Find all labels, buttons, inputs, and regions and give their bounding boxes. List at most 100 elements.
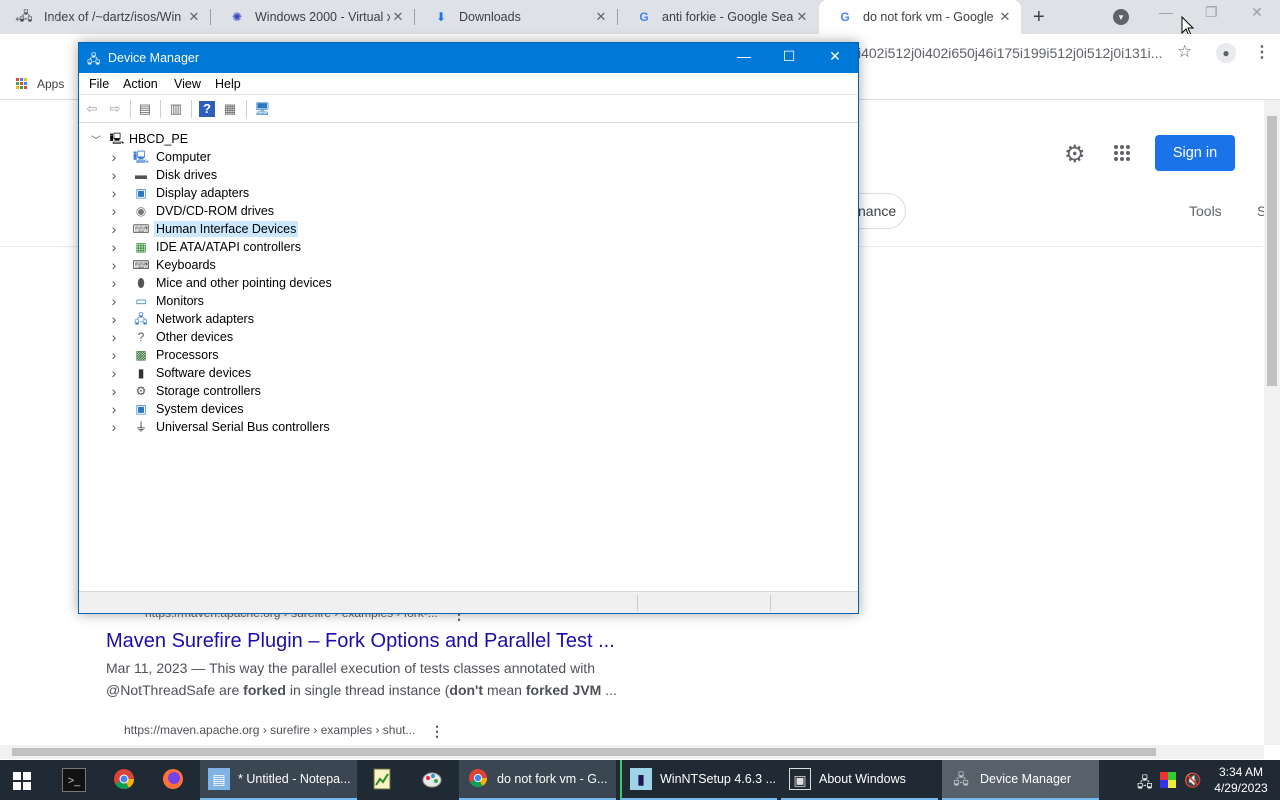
paint-app-icon[interactable]: [420, 768, 444, 792]
chevron-right-icon[interactable]: ›: [108, 239, 120, 255]
browser-tab-index[interactable]: 🖧 Index of /~dartz/isos/Win ✕: [0, 0, 210, 34]
tree-node[interactable]: › ⌨ Human Interface Devices: [108, 220, 299, 238]
browser-tab-anti-forkie[interactable]: G anti forkie - Google Search ✕: [618, 0, 818, 34]
chevron-down-icon[interactable]: ﹀: [90, 132, 102, 147]
scan-hardware-icon[interactable]: 🖥: [254, 101, 271, 117]
apps-bookmark[interactable]: Apps: [37, 77, 64, 91]
software-device-icon: ▮: [137, 366, 145, 380]
address-bar[interactable]: i402i512j0i402i650j46i175i199i512j0i512j…: [858, 45, 1162, 61]
network-adapter-icon: 🖧: [134, 312, 148, 326]
menu-view[interactable]: View: [174, 77, 201, 91]
restore-icon[interactable]: ❐: [1205, 4, 1218, 21]
tab-search-icon[interactable]: ▾: [1113, 9, 1129, 25]
taskbar-winntsetup[interactable]: ▮ WinNTSetup 4.6.3 ...: [620, 760, 777, 800]
tree-node[interactable]: › ◉ DVD/CD-ROM drives: [108, 202, 276, 220]
chevron-right-icon[interactable]: ›: [108, 203, 120, 219]
profile-icon[interactable]: ●: [1216, 43, 1236, 63]
taskbar-device-manager[interactable]: 🖧 Device Manager: [942, 760, 1099, 800]
taskbar-about-windows[interactable]: ▣ About Windows: [781, 760, 938, 800]
close-icon[interactable]: ✕: [390, 9, 406, 25]
menu-file[interactable]: File: [89, 77, 109, 91]
start-button[interactable]: [13, 772, 31, 790]
result-menu-icon[interactable]: ⋮: [430, 723, 444, 740]
close-icon[interactable]: ✕: [825, 48, 845, 65]
tree-node[interactable]: › ▩ Processors: [108, 346, 221, 364]
tree-node[interactable]: › ⬮ Mice and other pointing devices: [108, 274, 334, 292]
maximize-icon[interactable]: ☐: [779, 48, 799, 65]
show-hide-console-tree-icon[interactable]: ▤: [137, 101, 153, 117]
taskbar-chrome[interactable]: do not fork vm - G...: [459, 760, 616, 800]
close-icon[interactable]: ✕: [593, 9, 609, 25]
tree-node[interactable]: › ⏚ Universal Serial Bus controllers: [108, 418, 332, 436]
chevron-right-icon[interactable]: ›: [108, 293, 120, 309]
tree-node[interactable]: › ⌨ Keyboards: [108, 256, 218, 274]
scrollbar-thumb[interactable]: [1267, 116, 1277, 386]
chevron-right-icon[interactable]: ›: [108, 419, 120, 435]
browser-tab-do-not-fork-vm[interactable]: G do not fork vm - Google Search ✕: [819, 0, 1021, 34]
tree-node[interactable]: › ⚙ Storage controllers: [108, 382, 263, 400]
page-horizontal-scrollbar[interactable]: [0, 745, 1264, 759]
chevron-right-icon[interactable]: ›: [108, 365, 120, 381]
tree-root[interactable]: ﹀ 🖳 HBCD_PE: [90, 130, 188, 148]
browser-tab-downloads[interactable]: ⬇ Downloads ✕: [415, 0, 617, 34]
forward-icon[interactable]: ⇨: [107, 101, 123, 117]
help-icon[interactable]: ?: [199, 101, 215, 117]
sign-in-button[interactable]: Sign in: [1155, 135, 1235, 171]
firefox-icon[interactable]: [161, 768, 185, 792]
tree-node[interactable]: › ▦ IDE ATA/ATAPI controllers: [108, 238, 303, 256]
system-clock[interactable]: 3:34 AM 4/29/2023: [1205, 764, 1277, 796]
menu-kebab-icon[interactable]: ⋮: [1254, 42, 1270, 62]
settings-gear-icon[interactable]: ⚙: [1064, 140, 1086, 169]
tree-node[interactable]: › ▣ System devices: [108, 400, 246, 418]
result-title-link[interactable]: Maven Surefire Plugin – Fork Options and…: [106, 630, 615, 653]
minimize-icon[interactable]: —: [734, 48, 754, 64]
color-app-tray-icon[interactable]: [1160, 772, 1176, 791]
chevron-right-icon[interactable]: ›: [108, 329, 120, 345]
tools-button[interactable]: Tools: [1189, 203, 1222, 219]
volume-muted-icon[interactable]: 🔇: [1184, 772, 1201, 789]
chevron-right-icon[interactable]: ›: [108, 149, 120, 165]
chevron-right-icon[interactable]: ›: [108, 401, 120, 417]
google-apps-icon[interactable]: [1114, 145, 1132, 163]
close-icon[interactable]: ✕: [794, 9, 810, 25]
close-icon[interactable]: ✕: [186, 9, 202, 25]
tree-node[interactable]: ›? Other devices: [108, 328, 235, 346]
network-icon[interactable]: 🖧: [1137, 772, 1153, 796]
bookmark-star-icon[interactable]: ☆: [1177, 42, 1192, 62]
forward-icon[interactable]: →: [44, 6, 62, 27]
new-tab-button[interactable]: +: [1033, 6, 1045, 29]
chevron-right-icon[interactable]: ›: [108, 221, 120, 237]
chevron-right-icon[interactable]: ›: [108, 347, 120, 363]
tree-node[interactable]: › ▮ Software devices: [108, 364, 253, 382]
apps-grid-icon[interactable]: [16, 78, 28, 90]
browser-tab-win2000[interactable]: ✺ Windows 2000 - Virtual x86 ✕: [211, 0, 414, 34]
tree-node[interactable]: › ▣ Display adapters: [108, 184, 251, 202]
chrome-icon[interactable]: [112, 768, 136, 792]
menu-help[interactable]: Help: [215, 77, 241, 91]
action-pane-icon[interactable]: ▦: [222, 101, 238, 117]
chevron-right-icon[interactable]: ›: [108, 275, 120, 291]
scrollbar-thumb[interactable]: [12, 748, 1156, 756]
chevron-right-icon[interactable]: ›: [108, 311, 120, 327]
command-prompt-icon[interactable]: >_: [62, 768, 86, 792]
spreadsheet-app-icon[interactable]: [370, 768, 394, 792]
properties-icon[interactable]: ▥: [168, 101, 184, 117]
menu-action[interactable]: Action: [123, 77, 158, 91]
tree-node[interactable]: › 🖳 Computer: [108, 148, 213, 166]
tree-node[interactable]: › 🖧 Network adapters: [108, 310, 256, 328]
page-vertical-scrollbar[interactable]: [1264, 100, 1280, 745]
tree-node[interactable]: › ▬ Disk drives: [108, 166, 219, 184]
window-title-bar[interactable]: 🖧 Device Manager — ☐ ✕: [79, 43, 858, 73]
tree-node[interactable]: › ▭ Monitors: [108, 292, 206, 310]
chevron-right-icon[interactable]: ›: [108, 167, 120, 183]
chevron-right-icon[interactable]: ›: [108, 257, 120, 273]
chevron-right-icon[interactable]: ›: [108, 185, 120, 201]
close-window-icon[interactable]: ✕: [1251, 4, 1263, 21]
close-icon[interactable]: ✕: [997, 9, 1013, 25]
taskbar-notepad[interactable]: ▤ * Untitled - Notepa...: [200, 760, 357, 800]
back-icon[interactable]: ⇦: [84, 101, 100, 117]
minimize-icon[interactable]: —: [1159, 4, 1173, 20]
chevron-right-icon[interactable]: ›: [108, 383, 120, 399]
next-result-url[interactable]: https://maven.apache.org › surefire › ex…: [124, 723, 415, 737]
back-icon[interactable]: ←: [12, 6, 30, 27]
